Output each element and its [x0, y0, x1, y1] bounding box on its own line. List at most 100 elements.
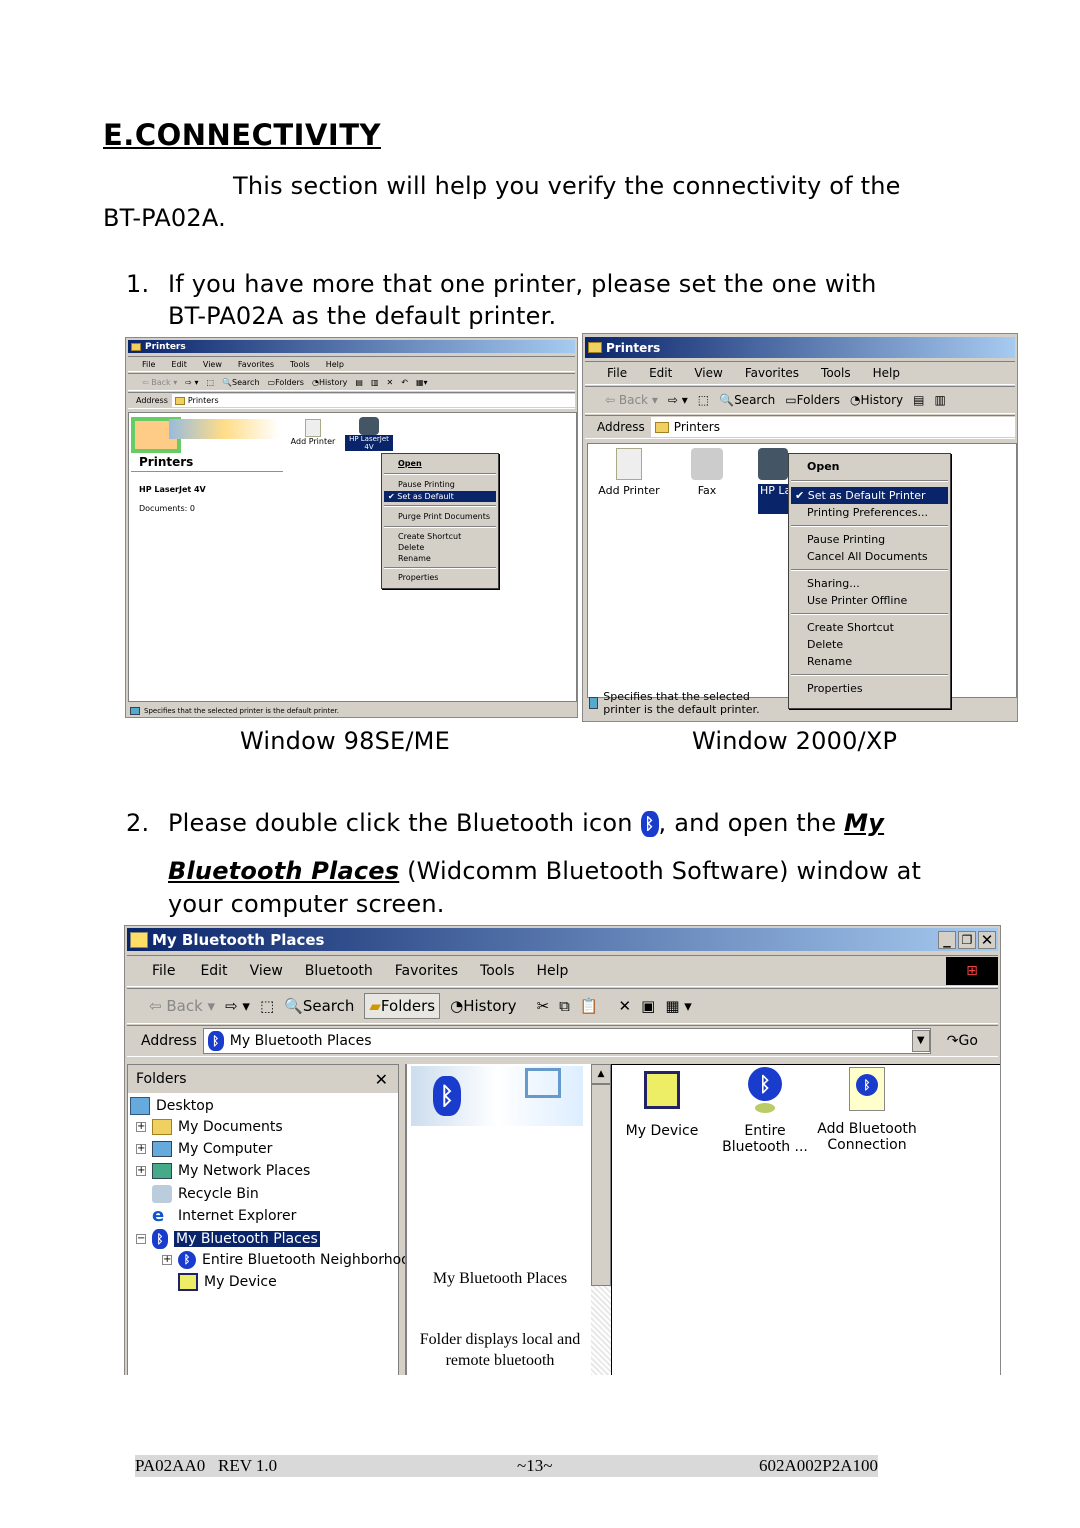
history-button[interactable]: ◔History	[450, 997, 516, 1015]
minimize-button[interactable]: _	[938, 930, 956, 949]
close-folders-button[interactable]: ✕	[375, 1070, 388, 1089]
fax-item[interactable]: Fax	[682, 448, 732, 497]
menu-help[interactable]: Help	[873, 366, 900, 380]
move-to-icon[interactable]: ▤	[913, 393, 924, 407]
menu-view[interactable]: View	[250, 963, 283, 979]
menu-edit[interactable]: Edit	[171, 360, 187, 369]
tree-item-my-bluetooth-places[interactable]: − ᛒ My Bluetooth Places	[136, 1229, 320, 1249]
vertical-scrollbar[interactable]: ▲	[591, 1064, 611, 1375]
menu-edit[interactable]: Edit	[649, 366, 672, 380]
scroll-up-button[interactable]: ▲	[591, 1064, 611, 1084]
scrollbar-thumb[interactable]	[591, 1084, 611, 1286]
up-button[interactable]: ⬚	[260, 997, 274, 1015]
expand-icon[interactable]: +	[136, 1122, 146, 1132]
menu-sharing[interactable]: Sharing...	[789, 575, 950, 592]
menu-favorites[interactable]: Favorites	[238, 360, 274, 369]
undo-icon[interactable]: ↶	[401, 378, 408, 387]
collapse-icon[interactable]: −	[136, 1234, 146, 1244]
views-icon[interactable]: ▦▾	[416, 378, 428, 387]
menu-properties[interactable]: Properties	[382, 572, 498, 583]
tree-item-recycle-bin[interactable]: Recycle Bin	[152, 1185, 259, 1203]
delete-icon[interactable]: ✕	[387, 378, 394, 387]
menu-file[interactable]: File	[607, 366, 627, 380]
tree-item-desktop[interactable]: Desktop	[130, 1097, 214, 1115]
search-button[interactable]: 🔍Search	[284, 997, 354, 1015]
history-button[interactable]: ◔History	[850, 393, 903, 407]
tree-item-entire-bluetooth-neighborhood[interactable]: + ᛒ Entire Bluetooth Neighborhood	[162, 1251, 419, 1269]
folders-button[interactable]: ▭Folders	[268, 378, 304, 387]
menu-tools[interactable]: Tools	[480, 963, 515, 979]
address-dropdown-button[interactable]: ▼	[911, 1030, 930, 1052]
copy-to-icon[interactable]: ▥	[935, 393, 946, 407]
address-input[interactable]: Printers	[650, 417, 1015, 437]
folders-button[interactable]: ▭Folders	[785, 393, 840, 407]
paste-icon[interactable]: 📋	[580, 997, 599, 1015]
tree-item-my-computer[interactable]: + My Computer	[136, 1141, 272, 1157]
menu-help[interactable]: Help	[326, 360, 344, 369]
expand-icon[interactable]: +	[162, 1255, 172, 1265]
up-button[interactable]: ⬚	[207, 378, 215, 387]
tree-item-internet-explorer[interactable]: e Internet Explorer	[152, 1207, 296, 1225]
close-button[interactable]: ✕	[978, 930, 996, 949]
copy-to-icon[interactable]: ▥	[371, 378, 379, 387]
menu-favorites[interactable]: Favorites	[395, 963, 458, 979]
menu-set-as-default-printer[interactable]: ✔ Set as Default Printer	[791, 487, 948, 504]
forward-button[interactable]: ⇨ ▾	[668, 393, 688, 407]
search-button[interactable]: 🔍Search	[222, 378, 259, 387]
address-input[interactable]: ᛒ My Bluetooth Places ▼	[202, 1028, 931, 1054]
go-button[interactable]: ↷Go	[947, 1033, 978, 1049]
menu-open[interactable]: Open	[382, 457, 498, 470]
search-button[interactable]: 🔍Search	[719, 393, 775, 407]
tree-item-my-device[interactable]: My Device	[178, 1273, 277, 1291]
tree-item-my-network-places[interactable]: + My Network Places	[136, 1163, 310, 1179]
menu-properties[interactable]: Properties	[789, 680, 950, 697]
forward-button[interactable]: ⇨ ▾	[185, 378, 198, 387]
menu-open[interactable]: Open	[789, 458, 950, 475]
copy-icon[interactable]: ⧉	[559, 997, 570, 1015]
back-button[interactable]: ⇦ Back ▾	[605, 393, 658, 407]
back-button[interactable]: ⇦ Back ▾	[142, 378, 177, 387]
add-printer-item[interactable]: Add Printer	[289, 419, 337, 446]
menu-file[interactable]: File	[142, 360, 155, 369]
menu-purge[interactable]: Purge Print Documents	[382, 510, 498, 523]
menu-set-as-default[interactable]: ✔ Set as Default	[384, 491, 496, 502]
menu-tools[interactable]: Tools	[821, 366, 851, 380]
menu-use-offline[interactable]: Use Printer Offline	[789, 592, 950, 609]
hp-laserjet-item[interactable]: HP LaserJet 4V	[345, 417, 393, 451]
back-button[interactable]: ⇦ Back ▾	[149, 997, 215, 1015]
delete-icon[interactable]: ✕	[619, 997, 632, 1015]
cut-icon[interactable]: ✂	[537, 997, 550, 1015]
up-button[interactable]: ⬚	[698, 393, 709, 407]
forward-button[interactable]: ⇨ ▾	[225, 997, 250, 1015]
folders-button[interactable]: ▰Folders	[364, 993, 441, 1019]
menu-create-shortcut[interactable]: Create Shortcut	[382, 531, 498, 542]
menu-file[interactable]: File	[152, 963, 175, 979]
history-button[interactable]: ◔History	[312, 378, 347, 387]
menu-rename[interactable]: Rename	[382, 553, 498, 564]
tree-item-my-documents[interactable]: + My Documents	[136, 1119, 283, 1135]
my-device-item[interactable]: My Device	[622, 1071, 702, 1139]
add-printer-item[interactable]: Add Printer	[596, 448, 662, 497]
menu-tools[interactable]: Tools	[290, 360, 310, 369]
menu-edit[interactable]: Edit	[200, 963, 227, 979]
move-to-icon[interactable]: ▤	[355, 378, 363, 387]
menu-rename[interactable]: Rename	[789, 653, 950, 670]
menu-pause-printing[interactable]: Pause Printing	[789, 531, 950, 548]
menu-delete[interactable]: Delete	[382, 542, 498, 553]
menu-help[interactable]: Help	[537, 963, 569, 979]
expand-icon[interactable]: +	[136, 1166, 146, 1176]
expand-icon[interactable]: +	[136, 1144, 146, 1154]
menu-view[interactable]: View	[203, 360, 222, 369]
restore-button[interactable]: ❐	[958, 930, 976, 949]
add-bluetooth-connection-item[interactable]: ᛒ Add Bluetooth Connection	[812, 1067, 922, 1153]
menu-view[interactable]: View	[694, 366, 722, 380]
menu-cancel-all[interactable]: Cancel All Documents	[789, 548, 950, 565]
menu-favorites[interactable]: Favorites	[745, 366, 799, 380]
menu-pause-printing[interactable]: Pause Printing	[382, 478, 498, 491]
menu-create-shortcut[interactable]: Create Shortcut	[789, 619, 950, 636]
entire-bluetooth-item[interactable]: ᛒ Entire Bluetooth ...	[718, 1067, 812, 1155]
views-icon[interactable]: ▦ ▾	[665, 997, 691, 1015]
properties-icon[interactable]: ▣	[641, 997, 655, 1015]
address-input[interactable]: Printers	[171, 394, 575, 407]
menu-delete[interactable]: Delete	[789, 636, 950, 653]
